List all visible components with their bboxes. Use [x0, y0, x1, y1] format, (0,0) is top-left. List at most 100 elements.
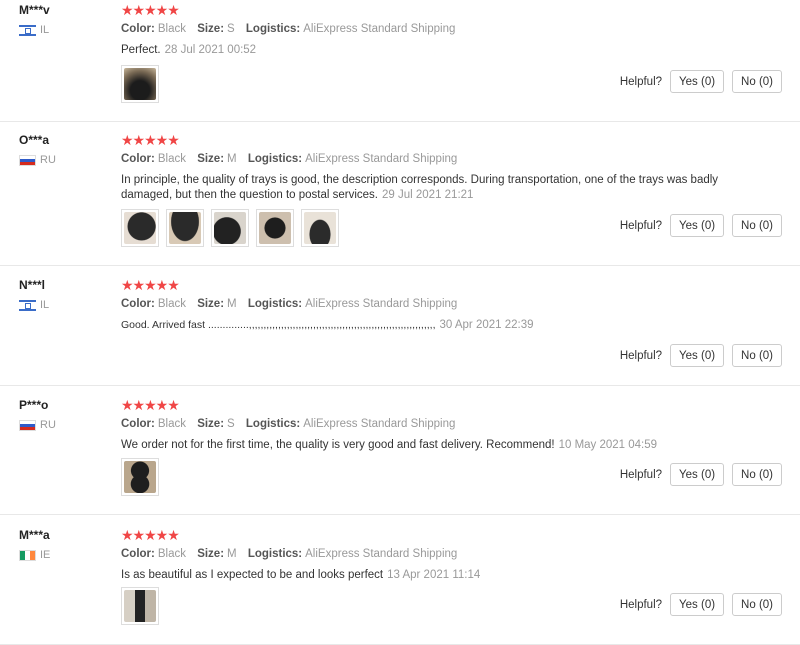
logistics-value: AliExpress Standard Shipping: [305, 153, 458, 165]
review-text: In principle, the quality of trays is go…: [121, 173, 721, 203]
helpful-label: Helpful?: [619, 219, 663, 232]
helpful-vote: Helpful? Yes (0) No (0): [620, 463, 782, 486]
review-date: 30 Apr 2021 22:39: [439, 319, 534, 331]
review-photo-thumbnail[interactable]: [166, 209, 204, 247]
reviewer-name: O***a: [19, 133, 50, 147]
helpful-label: Helpful?: [619, 349, 663, 362]
review-attributes: Color: Black Size: S Logistics: AliExpress …: [121, 418, 455, 430]
helpful-no-button[interactable]: No (0): [732, 344, 782, 367]
review-photo-thumbnail[interactable]: [211, 209, 249, 247]
helpful-yes-button[interactable]: Yes (0): [670, 344, 725, 367]
size-label: Size:: [197, 23, 225, 35]
logistics-value: AliExpress Standard Shipping: [303, 418, 456, 430]
color-label: Color:: [121, 153, 155, 165]
review-date: 28 Jul 2021 00:52: [164, 44, 257, 56]
review-text: We order not for the first time, the qua…: [121, 438, 721, 453]
review-photo-thumbnail[interactable]: [301, 209, 339, 247]
logistics-value: AliExpress Standard Shipping: [305, 298, 458, 310]
color-label: Color:: [121, 298, 155, 310]
size-label: Size:: [197, 153, 225, 165]
review-photo-thumbnail[interactable]: [121, 458, 159, 496]
review-body: Perfect.: [121, 44, 161, 56]
reviewer-country: IE: [19, 549, 50, 561]
star-rating: ★★★★★: [121, 527, 180, 543]
review-photo-thumbnail[interactable]: [121, 65, 159, 103]
review-photos: [121, 587, 159, 625]
country-code: RU: [40, 154, 56, 166]
review-body: We order not for the first time, the qua…: [121, 439, 555, 451]
country-code: IE: [40, 549, 51, 561]
size-label: Size:: [197, 548, 225, 560]
reviewer-country: IL: [19, 24, 49, 36]
review-item: P***o RU ★★★★★ Color: Black Size: S Logist…: [0, 395, 800, 515]
reviewer-name: M***a: [19, 528, 50, 542]
helpful-no-button[interactable]: No (0): [732, 593, 782, 616]
review-attributes: Color: Black Size: S Logistics: AliExpress …: [121, 23, 455, 35]
reviewer-country: RU: [19, 154, 56, 166]
review-photo-thumbnail[interactable]: [121, 209, 159, 247]
star-rating: ★★★★★: [121, 277, 180, 293]
helpful-vote: Helpful? Yes (0) No (0): [620, 344, 782, 367]
reviewer-name: M***v: [19, 3, 50, 17]
color-value: Black: [157, 23, 186, 35]
reviewer-name: P***o: [19, 398, 49, 412]
reviewer-name: N***l: [19, 278, 46, 292]
size-value: S: [227, 23, 235, 35]
review-text: Good. Arrived fast ..............,,,,,,,…: [121, 318, 721, 333]
size-label: Size:: [197, 298, 225, 310]
israel-flag-icon: [19, 299, 36, 311]
helpful-vote: Helpful? Yes (0) No (0): [620, 70, 782, 93]
russia-flag-icon: [19, 154, 36, 166]
helpful-no-button[interactable]: No (0): [732, 463, 782, 486]
review-date: 29 Jul 2021 21:21: [382, 189, 474, 201]
helpful-yes-button[interactable]: Yes (0): [670, 214, 725, 237]
ireland-flag-icon: [19, 549, 36, 561]
size-value: M: [227, 298, 237, 310]
size-value: S: [227, 418, 235, 430]
review-item: O***a RU ★★★★★ Color: Black Size: M Logist…: [0, 130, 800, 266]
review-date: 10 May 2021 04:59: [558, 439, 658, 451]
israel-flag-icon: [19, 24, 36, 36]
star-rating: ★★★★★: [121, 132, 180, 148]
review-body: Good. Arrived fast ..............,,,,,,,…: [121, 319, 436, 331]
logistics-value: AliExpress Standard Shipping: [305, 548, 458, 560]
review-photos: [121, 209, 339, 247]
review-photo-thumbnail[interactable]: [256, 209, 294, 247]
logistics-value: AliExpress Standard Shipping: [303, 23, 456, 35]
color-label: Color:: [121, 23, 155, 35]
star-rating: ★★★★★: [121, 397, 180, 413]
color-label: Color:: [121, 548, 155, 560]
review-body: Is as beautiful as I expected to be and …: [121, 569, 384, 581]
review-item: M***v IL ★★★★★ Color: Black Size: S Logist…: [0, 0, 800, 122]
helpful-vote: Helpful? Yes (0) No (0): [620, 214, 782, 237]
review-item: N***l IL ★★★★★ Color: Black Size: M Logist…: [0, 275, 800, 386]
size-value: M: [227, 153, 237, 165]
review-attributes: Color: Black Size: M Logistics: AliExpress …: [121, 153, 457, 165]
color-label: Color:: [121, 418, 155, 430]
helpful-no-button[interactable]: No (0): [732, 70, 782, 93]
review-text: Perfect. 28 Jul 2021 00:52: [121, 43, 721, 58]
review-date: 13 Apr 2021 11:14: [387, 569, 481, 581]
color-value: Black: [157, 298, 186, 310]
review-photos: [121, 458, 159, 496]
helpful-yes-button[interactable]: Yes (0): [670, 70, 725, 93]
review-photo-thumbnail[interactable]: [121, 587, 159, 625]
helpful-yes-button[interactable]: Yes (0): [670, 593, 725, 616]
russia-flag-icon: [19, 419, 36, 431]
helpful-label: Helpful?: [619, 598, 663, 611]
review-text: Is as beautiful as I expected to be and …: [121, 568, 721, 583]
size-value: M: [227, 548, 237, 560]
review-photos: [121, 65, 159, 103]
helpful-label: Helpful?: [619, 468, 663, 481]
country-code: IL: [40, 299, 50, 311]
size-label: Size:: [197, 418, 225, 430]
logistics-label: Logistics:: [247, 548, 303, 560]
helpful-no-button[interactable]: No (0): [732, 214, 782, 237]
color-value: Black: [157, 418, 186, 430]
helpful-yes-button[interactable]: Yes (0): [670, 463, 725, 486]
color-value: Black: [157, 153, 186, 165]
country-code: IL: [40, 24, 50, 36]
logistics-label: Logistics:: [247, 298, 303, 310]
review-attributes: Color: Black Size: M Logistics: AliExpress …: [121, 548, 457, 560]
star-rating: ★★★★★: [121, 2, 180, 18]
